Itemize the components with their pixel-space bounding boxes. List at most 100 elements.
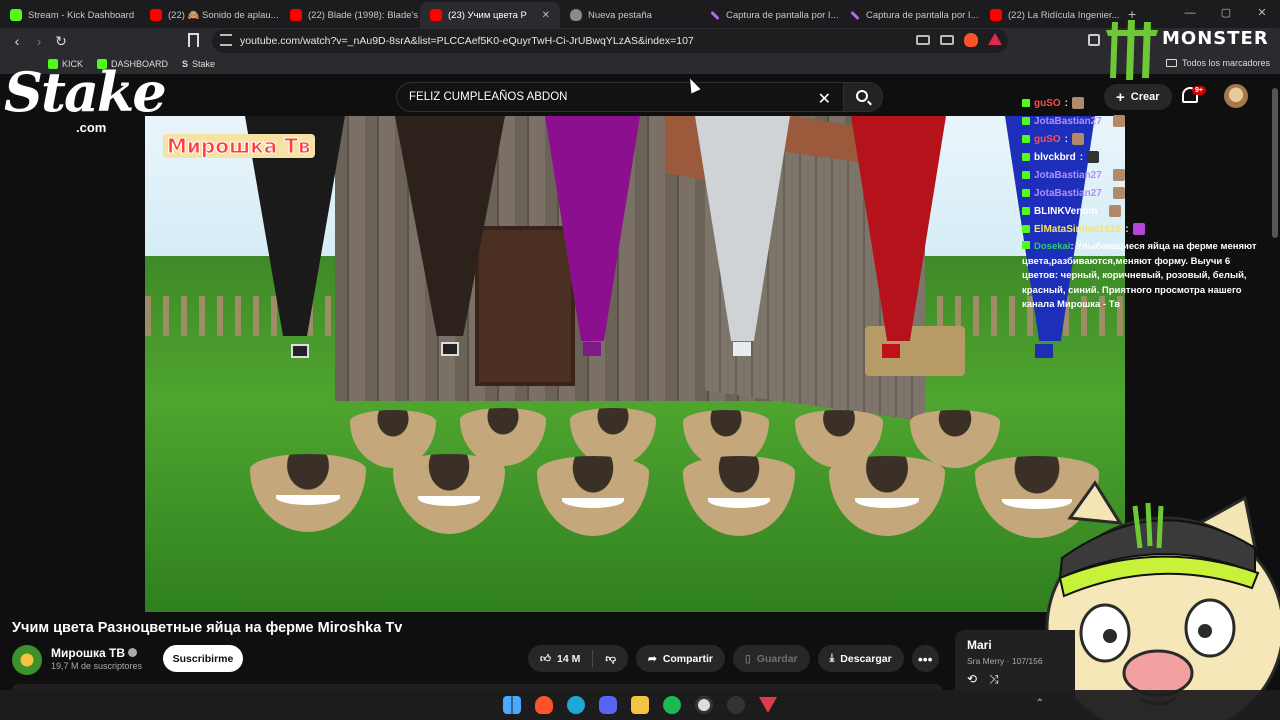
bookmark-icon[interactable] <box>188 33 199 47</box>
thumbs-up-icon: 👍︎ <box>540 653 551 665</box>
reload-icon[interactable]: ↻ <box>50 33 72 50</box>
chat-message: JotaBastian27: <box>1022 166 1258 184</box>
page-scrollbar[interactable] <box>1272 88 1278 238</box>
chat-user: BLINKVenom <box>1034 205 1098 217</box>
video-title: Учим цвета Разноцветные яйца на ферме Mi… <box>12 620 403 636</box>
brave-icon <box>570 9 582 21</box>
kick-icon <box>10 9 22 21</box>
share-button[interactable]: ➦ Compartir <box>636 645 725 672</box>
chat-user: JotaBastian27 <box>1034 169 1102 181</box>
search-input[interactable]: FELIZ CUMPLEAÑOS ABDON ✕ <box>396 82 844 112</box>
close-icon[interactable]: ✕ <box>542 10 550 21</box>
channel-avatar[interactable] <box>12 645 42 675</box>
system-tray-chevron-icon[interactable]: ⌃ <box>1036 698 1044 709</box>
video-channel-logo: Мирошка Тв <box>163 134 315 159</box>
browser-tab[interactable]: (22) 🙈 Sonido de aplau... <box>140 2 280 28</box>
chat-message: ElMataSimios1616: <box>1022 220 1258 238</box>
browser-tab[interactable]: (22) Blade (1998): Blade's <box>280 2 420 28</box>
chat-user: ElMataSimios1616 <box>1034 223 1122 235</box>
channel-name[interactable]: Мирошка ТВ <box>51 646 138 660</box>
kick-badge-icon <box>1022 189 1030 197</box>
emote-icon <box>1113 115 1126 127</box>
site-info-icon[interactable] <box>220 34 232 46</box>
cast-icon[interactable] <box>916 35 930 45</box>
tab-label: Captura de pantalla por I... <box>866 9 979 21</box>
monster-logo-overlay: MONSTER <box>1104 18 1276 82</box>
search-button[interactable] <box>843 82 883 112</box>
monster-claw-icon <box>1106 20 1158 80</box>
emote-icon <box>1108 205 1121 217</box>
brave-shields-icon[interactable] <box>964 33 978 47</box>
egg-smile <box>707 492 771 508</box>
chat-message: guSO: <box>1022 130 1258 148</box>
thumbs-down-icon: 👎︎ <box>605 653 616 665</box>
clear-search-icon[interactable]: ✕ <box>818 89 831 109</box>
video-player[interactable]: Мирошка Тв <box>145 116 1125 612</box>
browser-tab-active[interactable]: (23) Учим цвета Р ✕ <box>420 2 560 28</box>
chat-user: Dosekai <box>1034 241 1071 252</box>
file-explorer-icon[interactable] <box>631 696 649 714</box>
shuffle-icon[interactable]: ⤨ <box>989 672 999 687</box>
emote-icon <box>1113 187 1126 199</box>
edge-icon[interactable] <box>567 696 585 714</box>
browser-tab[interactable]: (22) La Ridícula Ingenier... <box>980 2 1120 28</box>
chat-text: : <box>1125 223 1129 235</box>
emote-icon <box>1132 223 1145 235</box>
cat-mascot-overlay <box>1045 480 1280 720</box>
share-label: Compartir <box>662 652 713 665</box>
bookmark-stake[interactable]: S Stake <box>182 59 215 69</box>
stake-icon: S <box>182 59 189 69</box>
chat-message: JotaBastian27: <box>1022 184 1258 202</box>
kick-badge-icon <box>1022 153 1030 161</box>
forward-icon[interactable]: › <box>28 33 50 49</box>
share-icon[interactable] <box>940 35 954 45</box>
chat-message: guSO: <box>1022 94 1258 112</box>
pen-icon <box>850 10 860 20</box>
browser-tab[interactable]: Captura de pantalla por I... <box>840 2 980 28</box>
chat-message: BLINKVenom: <box>1022 202 1258 220</box>
save-button[interactable]: ▯ Guardar <box>733 645 810 672</box>
kick-badge-icon <box>1022 117 1030 125</box>
chat-text: : <box>1105 115 1110 127</box>
app-icon[interactable] <box>727 696 745 714</box>
extensions-icon[interactable] <box>1088 34 1100 46</box>
paint-tube-cap <box>882 344 900 358</box>
paint-tube-cap <box>1035 344 1053 358</box>
like-dislike-group: 👍︎ 14 M 👎︎ <box>528 645 628 672</box>
dislike-button[interactable]: 👎︎ <box>593 645 628 672</box>
discord-icon[interactable] <box>599 696 617 714</box>
red-triangle-icon[interactable] <box>759 697 777 713</box>
stake-domain: .com <box>76 120 107 135</box>
egg-smile <box>561 492 625 508</box>
browser-tab-strip: Stream - Kick Dashboard (22) 🙈 Sonido de… <box>0 0 1280 28</box>
browser-toolbar: ‹ › ↻ youtube.com/watch?v=_nAu9D-8srA&li… <box>0 28 1280 54</box>
spotify-icon[interactable] <box>663 696 681 714</box>
browser-tab[interactable]: Captura de pantalla por I... <box>700 2 840 28</box>
stake-logo-overlay: Stake .com <box>4 62 174 142</box>
bookmarks-bar: KICK DASHBOARD S Stake Todos los marcador… <box>0 54 1280 74</box>
tab-label: Stream - Kick Dashboard <box>28 9 135 21</box>
browser-tab[interactable]: Stream - Kick Dashboard <box>0 2 140 28</box>
browser-tab[interactable]: Nueva pestaña <box>560 2 700 28</box>
video-hay-bale <box>865 326 965 376</box>
like-button[interactable]: 👍︎ 14 M <box>528 645 592 672</box>
brave-rewards-icon[interactable] <box>988 33 1002 45</box>
obs-icon[interactable] <box>695 696 713 714</box>
emote-icon <box>1072 133 1085 145</box>
bookmark-label: Stake <box>192 59 216 69</box>
subscribe-button[interactable]: Suscribirme <box>163 645 243 672</box>
verified-icon <box>128 648 138 657</box>
address-bar[interactable]: youtube.com/watch?v=_nAu9D-8srA&list=PLC… <box>212 29 1008 53</box>
brave-browser-icon[interactable] <box>535 696 553 714</box>
download-button[interactable]: ⤓ Descargar <box>817 645 904 672</box>
chat-message-long: Dosekai: Улыбающиеся яйца на ферме меняю… <box>1022 240 1258 313</box>
paint-tube-cap <box>441 342 459 356</box>
loop-icon[interactable]: ⟲ <box>967 672 977 687</box>
emote-icon <box>1072 97 1085 109</box>
windows-start-icon[interactable] <box>503 696 521 714</box>
monster-wordmark: MONSTER <box>1162 28 1269 49</box>
more-actions-button[interactable]: ••• <box>911 645 939 672</box>
emote-icon <box>1113 169 1126 181</box>
back-icon[interactable]: ‹ <box>6 33 28 49</box>
chat-user: guSO <box>1034 133 1061 145</box>
